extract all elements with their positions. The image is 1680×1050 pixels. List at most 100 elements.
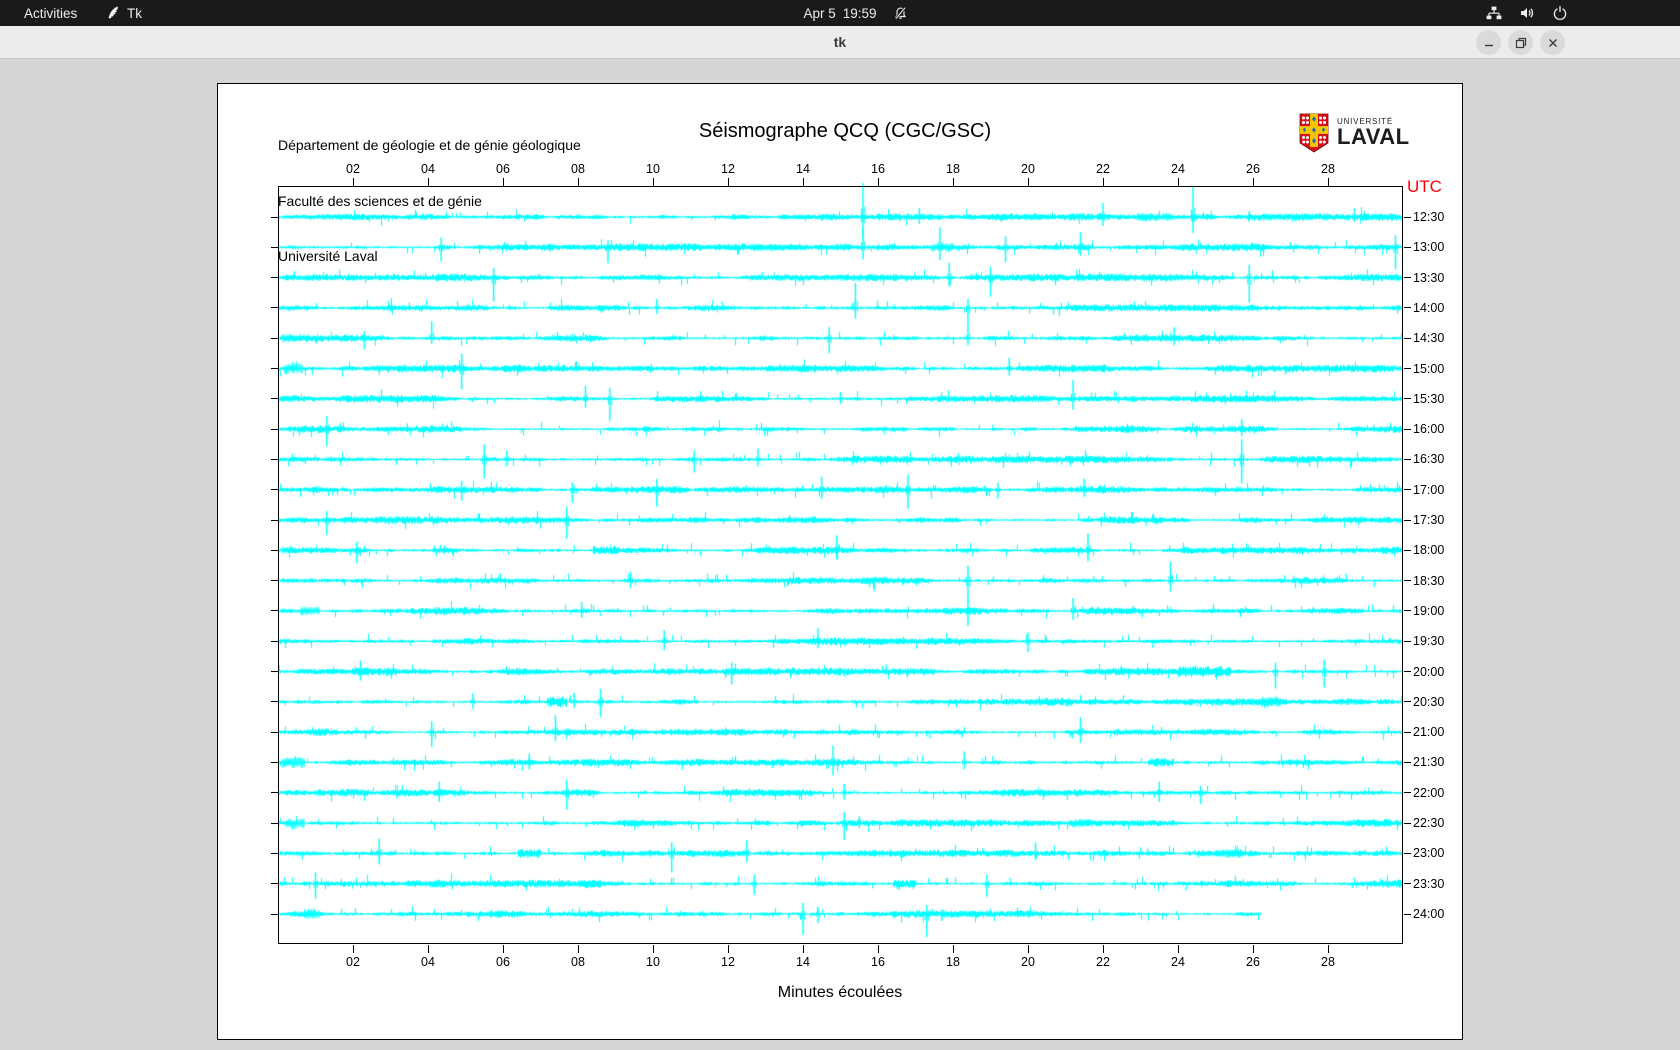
power-icon: [1552, 5, 1568, 21]
x-tick-label-top: 08: [571, 162, 585, 176]
utc-time-label: 16:00: [1413, 422, 1445, 437]
x-tick-label-bottom: 18: [946, 955, 960, 969]
universite-laval-logo: UNIVERSITÉ LAVAL: [1299, 113, 1410, 158]
utc-time-label: 18:30: [1413, 573, 1445, 588]
utc-time-label: 19:30: [1413, 634, 1445, 649]
utc-time-label: 12:30: [1413, 210, 1445, 224]
x-tick-bottom: [352, 945, 354, 953]
clock-time: 19:59: [842, 5, 877, 21]
x-tick-bottom: [802, 945, 804, 953]
row-tick-right: [1404, 489, 1411, 491]
system-menu-button[interactable]: [1486, 0, 1568, 26]
x-tick-top: [352, 178, 354, 186]
utc-time-label: 14:00: [1413, 300, 1445, 315]
utc-time-label: 15:00: [1413, 361, 1445, 376]
clock-date: Apr 5: [803, 5, 836, 21]
x-tick-top: [727, 178, 729, 186]
maximize-button[interactable]: [1508, 30, 1533, 55]
utc-time-label: 19:00: [1413, 603, 1445, 618]
gnome-top-bar: Activities Tk Apr 5 19:59: [0, 0, 1680, 26]
row-tick-right: [1404, 216, 1411, 218]
x-tick-top: [577, 178, 579, 186]
institution-line-1: Département de géologie et de génie géol…: [278, 137, 581, 153]
laval-logo-text: UNIVERSITÉ LAVAL: [1337, 113, 1410, 149]
x-axis-title: Minutes écoulées: [777, 984, 903, 1001]
row-tick-right: [1404, 580, 1411, 582]
x-tick-top: [1252, 178, 1254, 186]
window-controls: [1476, 30, 1565, 55]
row-tick-left: [271, 701, 278, 703]
x-tick-label-bottom: 24: [1171, 955, 1185, 969]
row-tick-left: [271, 549, 278, 551]
chart-title: Séismographe QCQ (CGC/GSC): [698, 120, 992, 142]
window-titlebar[interactable]: tk: [0, 26, 1680, 59]
row-tick-left: [271, 852, 278, 854]
x-tick-bottom: [1327, 945, 1329, 953]
x-tick-top: [427, 178, 429, 186]
row-tick-right: [1404, 307, 1411, 309]
utc-time-label: 13:00: [1413, 240, 1445, 255]
row-tick-left: [271, 216, 278, 218]
close-button[interactable]: [1540, 30, 1565, 55]
row-tick-left: [271, 519, 278, 521]
row-tick-left: [271, 428, 278, 430]
x-tick-label-top: 02: [346, 162, 360, 176]
row-tick-left: [271, 822, 278, 824]
x-tick-top: [802, 178, 804, 186]
x-tick-bottom: [427, 945, 429, 953]
tk-window-content: Département de géologie et de génie géol…: [0, 59, 1680, 1050]
row-tick-right: [1404, 822, 1411, 824]
x-tick-label-bottom: 22: [1096, 955, 1110, 969]
x-tick-label-bottom: 08: [571, 955, 585, 969]
row-tick-right: [1404, 337, 1411, 339]
x-tick-label-top: 04: [421, 162, 435, 176]
utc-time-label: 16:30: [1413, 452, 1445, 467]
row-tick-right: [1404, 428, 1411, 430]
row-tick-left: [271, 671, 278, 673]
app-indicator-label: Tk: [127, 5, 142, 21]
row-tick-left: [271, 246, 278, 248]
activities-button[interactable]: Activities: [14, 0, 87, 26]
x-tick-label-bottom: 12: [721, 955, 735, 969]
x-tick-label-top: 06: [496, 162, 510, 176]
utc-time-label: 23:00: [1413, 846, 1445, 861]
x-tick-label-bottom: 02: [346, 955, 360, 969]
utc-time-label: 13:30: [1413, 270, 1445, 285]
x-tick-label-bottom: 28: [1321, 955, 1335, 969]
x-tick-bottom: [1027, 945, 1029, 953]
row-tick-right: [1404, 398, 1411, 400]
volume-icon: [1519, 5, 1535, 21]
x-tick-bottom: [1252, 945, 1254, 953]
row-tick-right: [1404, 549, 1411, 551]
seismograph-panel: Département de géologie et de génie géol…: [217, 83, 1464, 1041]
utc-axis-label: UTC: [1407, 177, 1442, 196]
x-tick-top: [952, 178, 954, 186]
row-tick-left: [271, 307, 278, 309]
row-tick-right: [1404, 852, 1411, 854]
row-tick-left: [271, 792, 278, 794]
activities-label: Activities: [24, 5, 78, 21]
x-tick-label-top: 26: [1246, 162, 1260, 176]
desktop: Activities Tk Apr 5 19:59 tk Département…: [0, 0, 1680, 1050]
utc-time-label: 17:00: [1413, 482, 1445, 497]
x-tick-label-top: 16: [871, 162, 885, 176]
row-tick-left: [271, 580, 278, 582]
minimize-button[interactable]: [1476, 30, 1501, 55]
row-tick-left: [271, 761, 278, 763]
window-title: tk: [833, 34, 847, 50]
clock-button[interactable]: Apr 5 19:59: [803, 0, 876, 26]
utc-time-label: 21:30: [1413, 755, 1445, 770]
utc-time-label: 14:30: [1413, 331, 1445, 346]
x-tick-top: [1327, 178, 1329, 186]
logo-laval-label: LAVAL: [1337, 124, 1410, 149]
x-tick-bottom: [727, 945, 729, 953]
row-tick-right: [1404, 731, 1411, 733]
utc-time-label: 23:30: [1413, 876, 1445, 891]
x-tick-label-top: 12: [721, 162, 735, 176]
utc-time-label: 21:00: [1413, 725, 1445, 740]
x-tick-bottom: [952, 945, 954, 953]
row-tick-left: [271, 640, 278, 642]
app-indicator-tk[interactable]: Tk: [105, 0, 142, 26]
utc-time-label: 22:00: [1413, 785, 1445, 800]
row-tick-right: [1404, 761, 1411, 763]
